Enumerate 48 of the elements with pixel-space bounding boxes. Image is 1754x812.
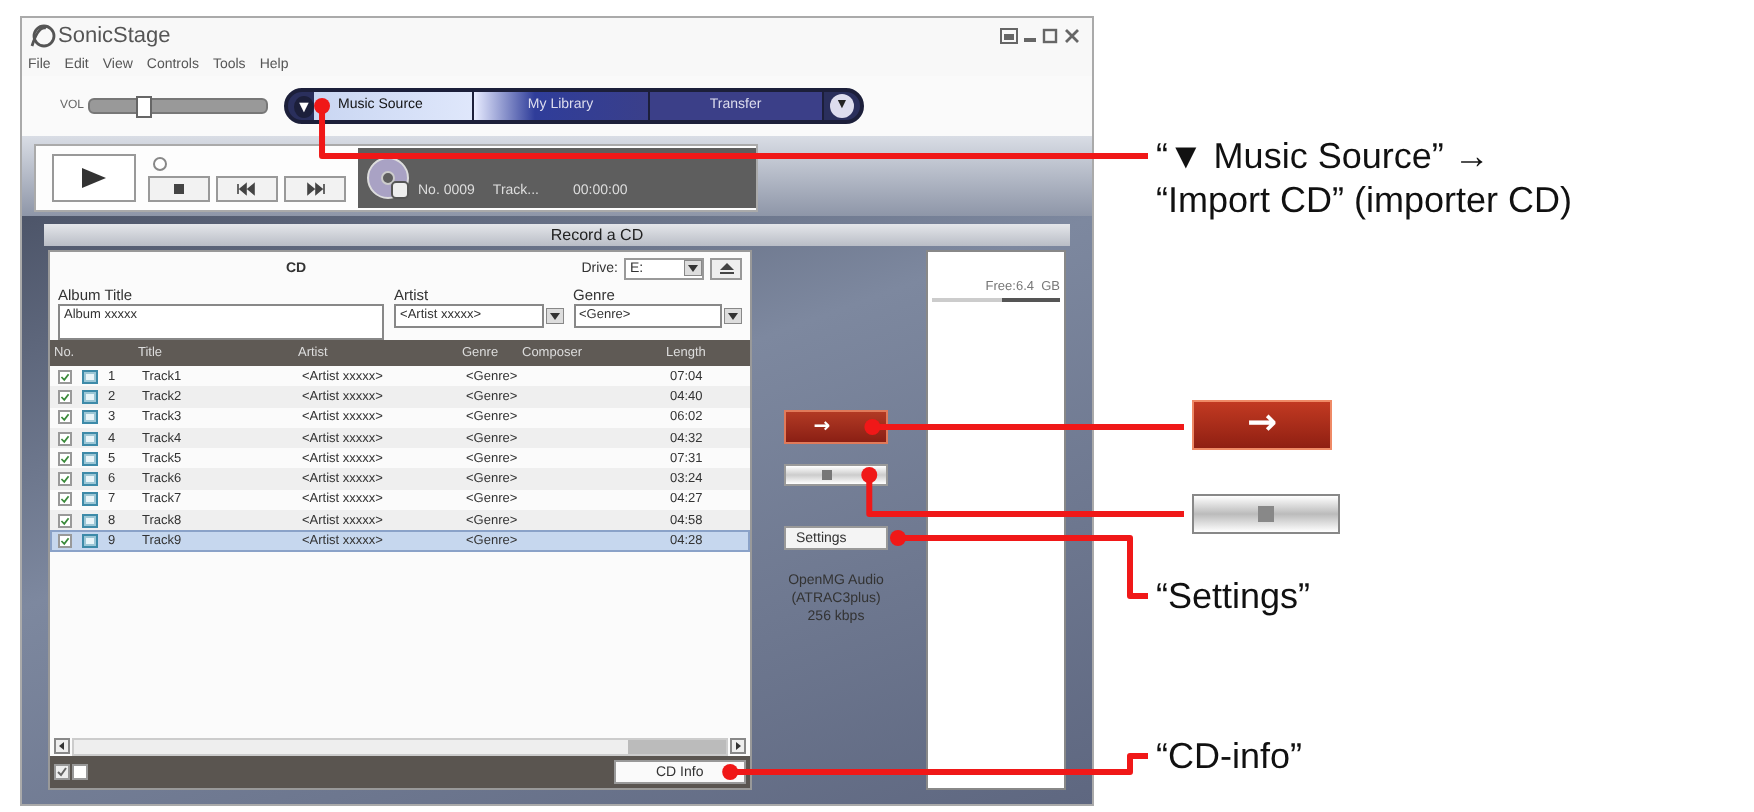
slider-thumb[interactable] xyxy=(136,96,153,118)
uncheck-all-icon xyxy=(72,764,88,780)
stop-button[interactable] xyxy=(148,175,210,201)
callout-text: “Settings” xyxy=(1156,574,1313,618)
scroll-right-icon xyxy=(730,738,746,754)
import-button[interactable]: → xyxy=(784,410,888,444)
minimize-icon xyxy=(1024,37,1036,41)
checkbox[interactable] xyxy=(58,369,72,384)
mini-mode-icon xyxy=(1000,27,1018,43)
callout-text: “CD-info” xyxy=(1156,734,1305,778)
panel-title: Record a CD xyxy=(44,224,1070,246)
dropdown-arrow-icon xyxy=(684,260,702,276)
next-icon xyxy=(304,181,326,195)
dropdown-arrow-icon xyxy=(545,308,564,324)
dropdown-arrow-icon xyxy=(723,308,742,324)
repeat-icon xyxy=(152,155,168,171)
next-button[interactable] xyxy=(284,175,346,201)
play-icon xyxy=(82,168,106,188)
previous-icon xyxy=(236,181,258,195)
scrollbar-thumb[interactable] xyxy=(72,737,728,755)
volume-slider[interactable] xyxy=(88,98,269,114)
stop-icon xyxy=(1258,506,1274,522)
checkbox[interactable] xyxy=(58,472,72,487)
scroll-left-icon xyxy=(54,738,70,754)
checkbox[interactable] xyxy=(58,492,72,507)
previous-button[interactable] xyxy=(216,175,278,201)
eject-icon xyxy=(717,262,735,274)
play-button[interactable] xyxy=(52,154,136,202)
checkbox[interactable] xyxy=(58,534,72,549)
scrollbar[interactable] xyxy=(50,736,750,756)
check-all-icon xyxy=(54,764,70,780)
maximize-icon xyxy=(1042,27,1058,43)
stop-icon xyxy=(168,181,190,195)
logo-icon xyxy=(28,22,56,48)
close-icon xyxy=(1064,27,1080,43)
checkbox[interactable] xyxy=(58,451,72,466)
callout-text: “Import CD” (importer CD) xyxy=(1156,178,1573,222)
checkbox[interactable] xyxy=(58,431,72,446)
checkbox[interactable] xyxy=(58,410,72,425)
checkbox[interactable] xyxy=(58,513,72,528)
eject-button[interactable] xyxy=(710,257,742,279)
stop-icon xyxy=(821,470,831,480)
stop-import-button[interactable] xyxy=(784,464,888,486)
import-button-sample: → xyxy=(1192,400,1332,450)
cd-icon xyxy=(366,156,410,200)
checkbox[interactable] xyxy=(58,389,72,404)
window-title: SonicStage xyxy=(58,23,171,47)
callout-text: “▼ Music Source” → xyxy=(1156,134,1492,178)
